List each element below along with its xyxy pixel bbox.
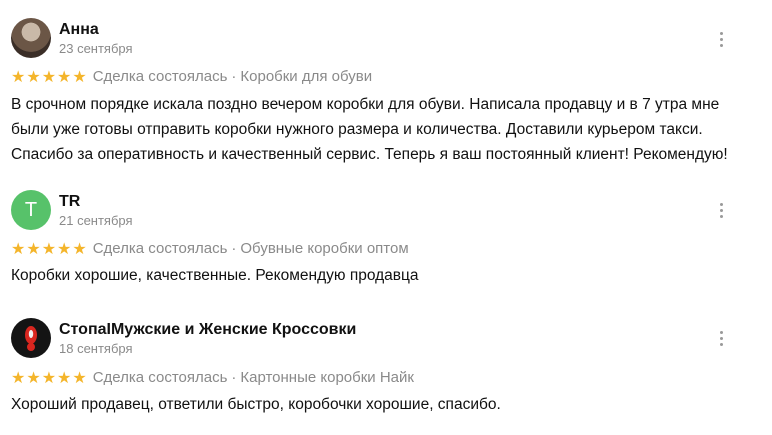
- review-date: 23 сентября: [59, 41, 133, 56]
- review-meta: ★ ★ ★ ★ ★ Сделка состоялась · Картонные …: [11, 369, 414, 386]
- deal-status: Сделка состоялась: [92, 240, 228, 257]
- author-name[interactable]: СтопаIМужские и Женские Кроссовки: [59, 321, 356, 339]
- sneaker-logo-icon: [25, 326, 37, 351]
- dot: [719, 31, 723, 35]
- avatar-letter: T: [24, 198, 38, 221]
- review-text: Коробки хорошие, качественные. Рекоменду…: [11, 263, 751, 288]
- review-category: Обувные коробки оптом: [240, 240, 409, 257]
- review-date: 18 сентября: [59, 341, 133, 356]
- more-options-button[interactable]: [711, 199, 731, 221]
- separator: ·: [231, 240, 237, 257]
- review-meta: ★ ★ ★ ★ ★ Сделка состоялась · Обувные ко…: [11, 240, 409, 257]
- review-category: Картонные коробки Найк: [240, 369, 414, 386]
- review-date: 21 сентября: [59, 213, 133, 228]
- review-text-line: В срочном порядке искала поздно вечером …: [11, 96, 720, 113]
- star-icon: ★: [72, 66, 87, 86]
- dot: [719, 214, 723, 218]
- dot: [719, 336, 723, 340]
- dot: [719, 208, 723, 212]
- dot: [719, 330, 723, 334]
- dot: [719, 342, 723, 346]
- more-options-button[interactable]: [711, 28, 731, 50]
- dot: [719, 37, 723, 41]
- separator: ·: [231, 369, 237, 386]
- star-icon: ★: [41, 238, 57, 258]
- star-icon: ★: [26, 238, 41, 258]
- avatar[interactable]: [11, 18, 51, 58]
- star-icon: ★: [57, 367, 72, 387]
- rating-stars: ★ ★ ★ ★ ★: [11, 367, 87, 387]
- star-icon: ★: [72, 238, 87, 258]
- avatar[interactable]: [11, 318, 51, 358]
- dot: [719, 202, 723, 206]
- star-icon: ★: [57, 238, 72, 258]
- star-icon: ★: [26, 66, 41, 86]
- review-text-line: были уже готовы отправить коробки нужног…: [11, 121, 703, 138]
- star-icon: ★: [72, 367, 87, 387]
- deal-status: Сделка состоялась: [92, 369, 228, 386]
- star-icon: ★: [26, 367, 41, 387]
- review-text-line: Коробки хорошие, качественные. Рекоменду…: [11, 267, 419, 284]
- star-icon: ★: [41, 66, 57, 86]
- star-icon: ★: [41, 367, 57, 387]
- review-text: В срочном порядке искала поздно вечером …: [11, 92, 751, 167]
- review-category: Коробки для обуви: [240, 68, 373, 85]
- dot: [719, 43, 723, 47]
- author-name[interactable]: Анна: [59, 21, 99, 39]
- star-icon: ★: [57, 66, 72, 86]
- star-icon: ★: [11, 367, 26, 387]
- review-text: Хороший продавец, ответили быстро, короб…: [11, 392, 751, 417]
- author-name[interactable]: TR: [59, 193, 80, 211]
- review-text-line: Хороший продавец, ответили быстро, короб…: [11, 396, 501, 413]
- deal-status: Сделка состоялась: [92, 68, 228, 85]
- review-text-line: Спасибо за оперативность и качественный …: [11, 146, 728, 163]
- avatar[interactable]: T: [11, 190, 51, 230]
- rating-stars: ★ ★ ★ ★ ★: [11, 238, 87, 258]
- rating-stars: ★ ★ ★ ★ ★: [11, 66, 87, 86]
- separator: ·: [231, 68, 237, 85]
- star-icon: ★: [11, 238, 26, 258]
- review-meta: ★ ★ ★ ★ ★ Сделка состоялась · Коробки дл…: [11, 68, 372, 85]
- more-options-button[interactable]: [711, 327, 731, 349]
- star-icon: ★: [11, 66, 26, 86]
